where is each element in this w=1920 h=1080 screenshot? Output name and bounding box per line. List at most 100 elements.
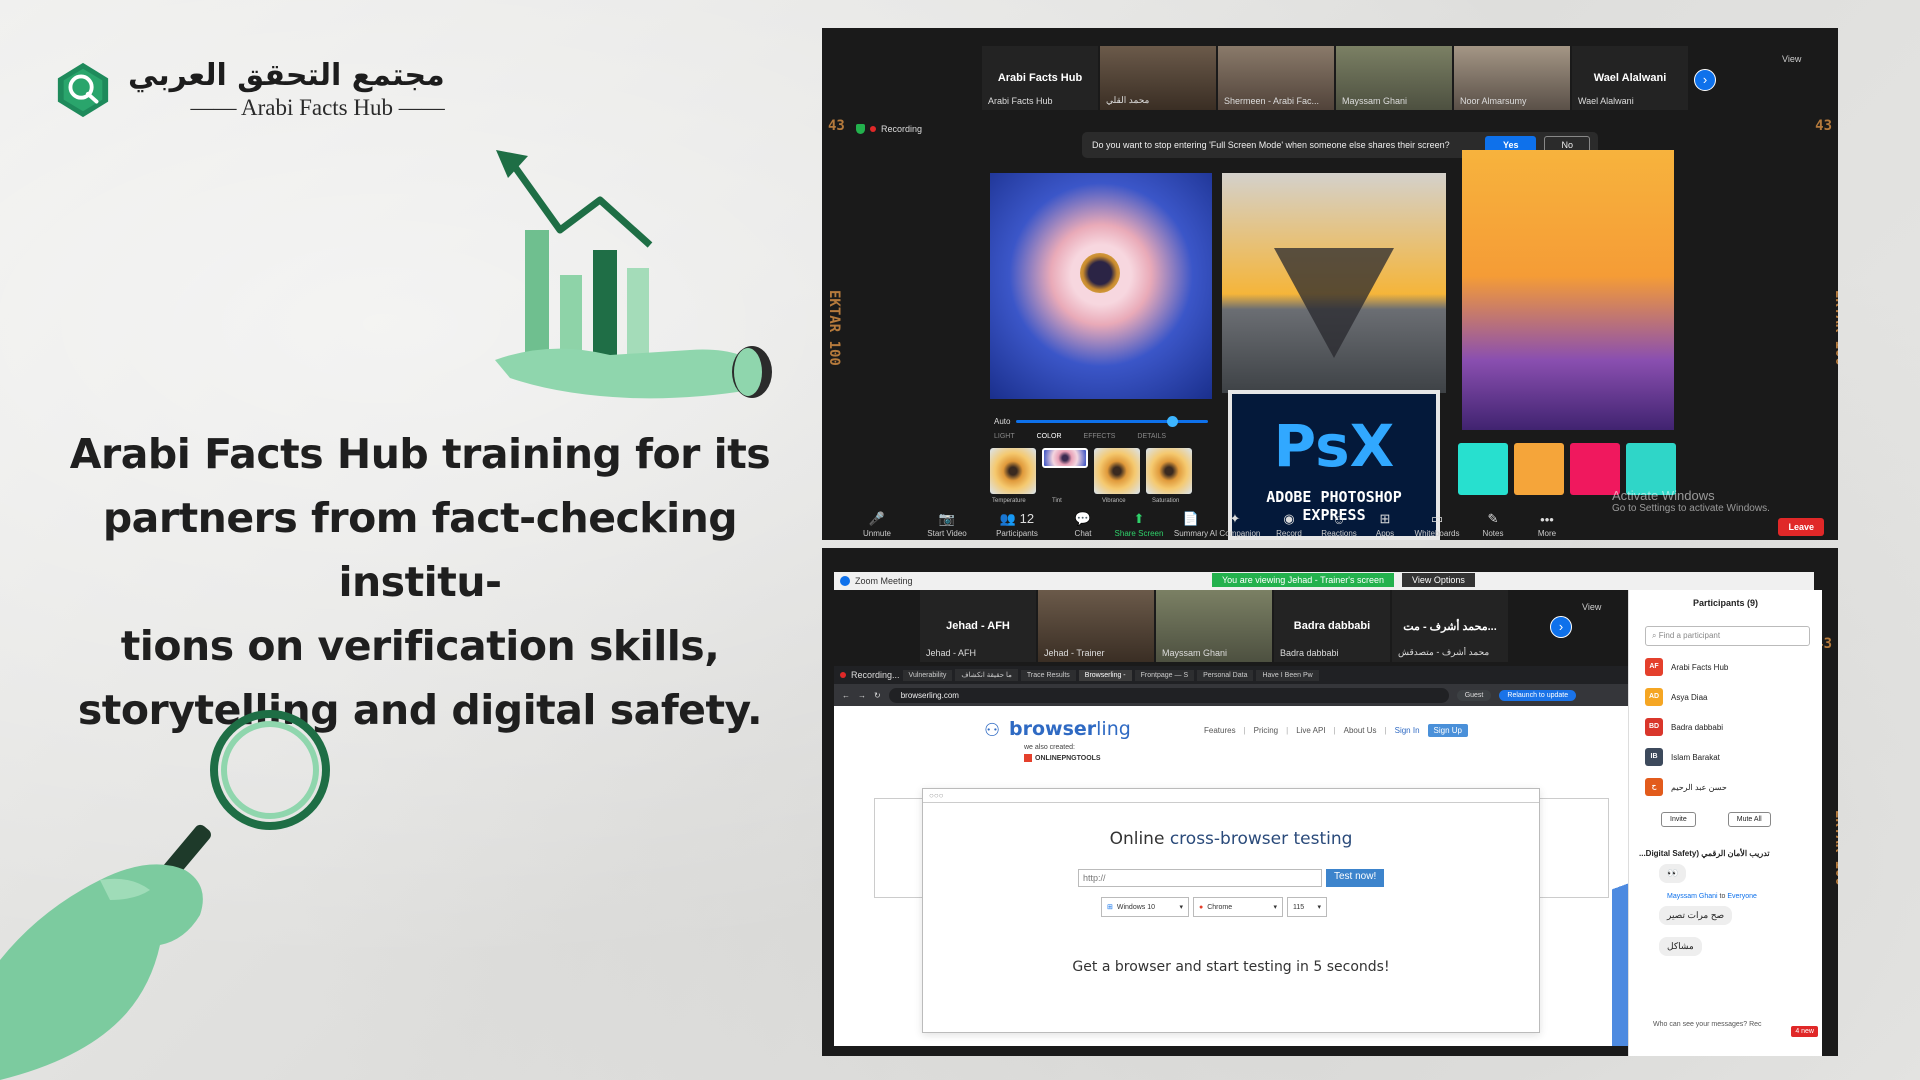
sign-in-link[interactable]: Sign In	[1395, 726, 1420, 735]
next-page-icon[interactable]: ›	[1694, 69, 1716, 91]
color-tile[interactable]	[1458, 443, 1508, 495]
participant-tile[interactable]: Badra dabbabi Badra dabbabi	[1274, 590, 1390, 662]
guest-profile-button[interactable]: Guest	[1456, 689, 1492, 701]
recording-indicator: Recording	[856, 124, 922, 134]
auto-slider[interactable]: Auto	[994, 413, 1208, 429]
test-now-button[interactable]: Test now!	[1326, 869, 1385, 887]
browser-tab[interactable]: Frontpage — S	[1134, 669, 1195, 681]
forward-icon[interactable]: →	[858, 691, 866, 700]
toolbar-start-video[interactable]: 📷 Start Video	[912, 511, 982, 538]
browser-tab[interactable]: Trace Results	[1020, 669, 1076, 681]
thumb-saturation[interactable]	[1146, 448, 1192, 494]
participant-row[interactable]: AF Arabi Facts Hub	[1629, 652, 1822, 682]
toolbar-label: More	[1537, 529, 1557, 538]
thumb-tint[interactable]	[1042, 448, 1088, 468]
toolbar-label: Apps	[1375, 529, 1395, 538]
mute-all-button[interactable]: Mute All	[1727, 812, 1771, 827]
participant-row[interactable]: AD Asya Diaa	[1629, 682, 1822, 712]
participant-row[interactable]: BD Badra dabbabi	[1629, 712, 1822, 742]
invite-button[interactable]: Invite	[1661, 812, 1696, 827]
leave-button[interactable]: Leave	[1778, 518, 1824, 536]
triangle-sunset-photo	[1222, 173, 1446, 393]
os-select[interactable]: ⊞ Windows 10 ▾	[1101, 897, 1189, 917]
new-messages-badge[interactable]: 4 new	[1791, 1026, 1818, 1037]
address-bar[interactable]: browserling.com	[888, 687, 1449, 703]
onlinepngtools-link[interactable]: ONLINEPNGTOOLS	[1024, 754, 1101, 762]
png-tools-icon	[1024, 754, 1032, 762]
tab-light[interactable]: LIGHT	[994, 433, 1015, 440]
nav-features[interactable]: Features	[1204, 726, 1236, 735]
meeting-toolbar: 🎤 Unmute 📷 Start Video 👥 12 Participants 💬 Chat…	[822, 504, 1838, 540]
browserling-logo[interactable]: browserling	[1009, 718, 1131, 740]
nav-live-api[interactable]: Live API	[1296, 726, 1325, 735]
participant-row[interactable]: IB Islam Barakat	[1629, 742, 1822, 772]
participant-tile[interactable]: Noor Almarsumy	[1454, 46, 1570, 110]
logo-magnifier-icon	[57, 62, 109, 117]
browser-tab[interactable]: Personal Data	[1197, 669, 1254, 681]
browser-tab-active[interactable]: Browserling -	[1078, 669, 1132, 681]
participant-tile[interactable]: Jehad - AFH Jehad - AFH	[920, 590, 1036, 662]
filter-tabs: LIGHT COLOR EFFECTS DETAILS	[994, 433, 1166, 440]
toolbar-label: Start Video	[927, 529, 967, 538]
next-page-icon[interactable]: ›	[1550, 616, 1572, 638]
message-visibility-link[interactable]: Who can see your messages? Rec	[1653, 1021, 1762, 1028]
color-tile[interactable]	[1514, 443, 1564, 495]
chat-message: صح مرات تصير	[1659, 906, 1733, 925]
browser-select[interactable]: ● Chrome ▾	[1193, 897, 1283, 917]
participant-row[interactable]: ح حسن عبد الرحيم	[1629, 772, 1822, 802]
toolbar-label: Record	[1276, 529, 1302, 538]
browser-tab[interactable]: ما حقيقة انكشاف	[955, 669, 1018, 681]
back-icon[interactable]: ←	[842, 691, 850, 700]
grass-sunset-photo	[1462, 150, 1674, 430]
toolbar-participants[interactable]: 👥 12 Participants	[982, 511, 1052, 538]
participant-tile[interactable]: Mayssam Ghani	[1336, 46, 1452, 110]
flower-center	[1080, 253, 1120, 293]
tab-effects[interactable]: EFFECTS	[1084, 433, 1116, 440]
version-select[interactable]: 115 ▾	[1287, 897, 1327, 917]
url-input[interactable]: http://	[1078, 869, 1322, 887]
view-button[interactable]: View	[1782, 54, 1801, 64]
relaunch-button[interactable]: Relaunch to update	[1499, 689, 1577, 701]
participant-tile[interactable]: محمد أشرف - مت... محمد أشرف - متصدقش	[1392, 590, 1508, 662]
toolbar-label: AI Companion	[1209, 529, 1261, 538]
toolbar-more[interactable]: ••• More	[1512, 512, 1582, 538]
participant-tile[interactable]: Shermeen - Arabi Fac...	[1218, 46, 1334, 110]
video-off-icon: 📷	[938, 511, 956, 526]
thumb-vibrance[interactable]	[1094, 448, 1140, 494]
avatar: AF	[1645, 658, 1663, 676]
record-dot-icon	[870, 126, 876, 132]
participant-tile[interactable]: Jehad - Trainer	[1038, 590, 1154, 662]
participant-tile[interactable]: Mayssam Ghani	[1156, 590, 1272, 662]
also-created-label: we also created:	[1024, 744, 1075, 751]
slider-knob[interactable]	[1167, 415, 1178, 427]
tab-details[interactable]: DETAILS	[1137, 433, 1166, 440]
browser-tab[interactable]: Have I Been Pw	[1256, 669, 1319, 681]
view-button[interactable]: View	[1582, 602, 1601, 612]
more-icon: •••	[1540, 512, 1554, 527]
participant-tile[interactable]: Arabi Facts Hub Arabi Facts Hub	[982, 46, 1098, 110]
film-label-right: EKTAR 100	[1832, 290, 1838, 366]
chat-panel: تدريب الأمان الرقمي (Digital Safety... 👀…	[1629, 849, 1822, 962]
recording-indicator: Recording...	[840, 670, 900, 680]
nav-about[interactable]: About Us	[1344, 726, 1377, 735]
avatar: BD	[1645, 718, 1663, 736]
film-label-right: EKTAR 100	[1832, 810, 1838, 886]
reload-icon[interactable]: ↻	[874, 691, 881, 700]
view-options-button[interactable]: View Options	[1402, 573, 1475, 587]
chat-title: تدريب الأمان الرقمي (Digital Safety...	[1639, 849, 1770, 858]
find-participant-input[interactable]: ⌕ Find a participant	[1645, 626, 1810, 646]
toolbar-unmute[interactable]: 🎤 Unmute	[842, 511, 912, 538]
nav-pricing[interactable]: Pricing	[1254, 726, 1278, 735]
video-strip: Jehad - AFH Jehad - AFH Jehad - Trainer M…	[920, 590, 1508, 662]
search-icon: ⌕	[1652, 631, 1659, 640]
participants-panel: Participants (9) ⌕ Find a participant AF…	[1628, 590, 1822, 1056]
browser-tab[interactable]: Vulnerability	[902, 669, 953, 681]
zoom-logo-icon	[840, 576, 850, 586]
participant-tile[interactable]: Wael Alalwani Wael Alalwani	[1572, 46, 1688, 110]
participant-tile[interactable]: محمد القلي	[1100, 46, 1216, 110]
film-label-left: EKTAR 100	[826, 290, 842, 366]
growth-chart-illustration	[495, 150, 772, 399]
thumb-temperature[interactable]	[990, 448, 1036, 494]
tab-color[interactable]: COLOR	[1037, 433, 1062, 440]
sign-up-button[interactable]: Sign Up	[1427, 724, 1468, 737]
